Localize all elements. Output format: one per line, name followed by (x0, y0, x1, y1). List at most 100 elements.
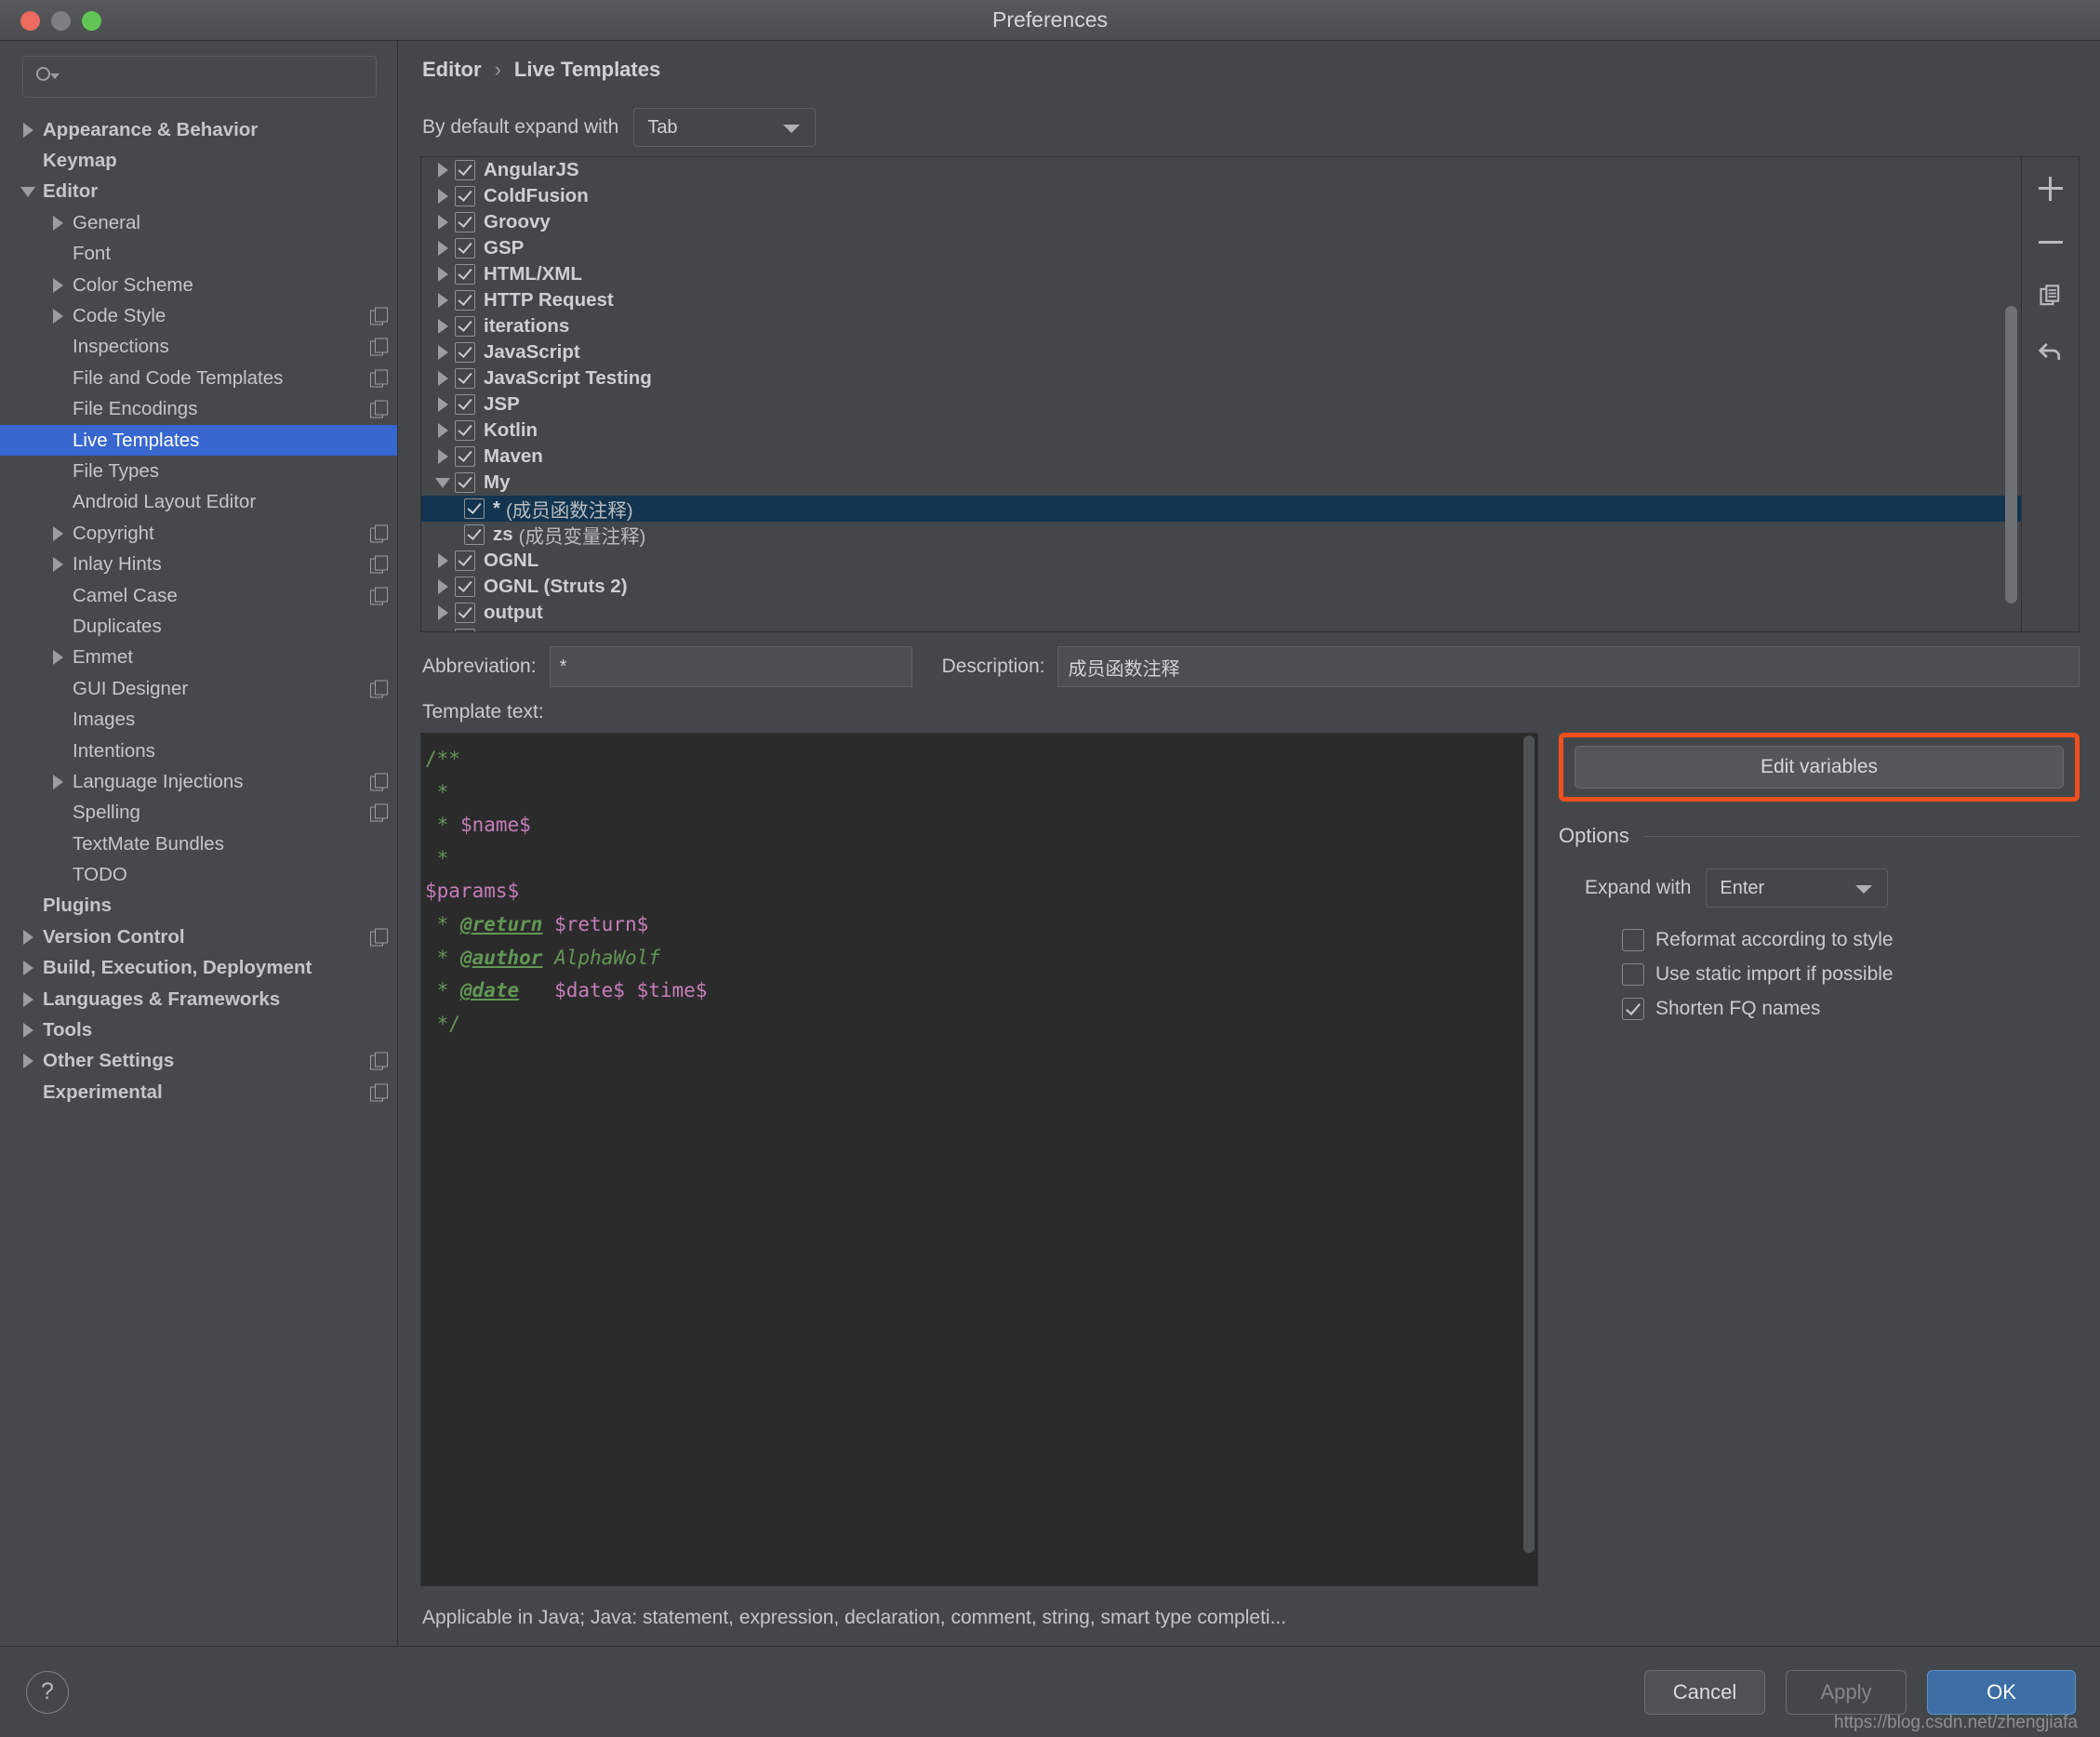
chevron-right-icon[interactable] (48, 774, 67, 789)
chevron-right-icon[interactable] (431, 371, 455, 386)
template-enabled-checkbox[interactable] (455, 629, 475, 631)
template-list-row[interactable]: Groovy (421, 209, 2021, 235)
sidebar-item-file-encodings[interactable]: File Encodings (0, 394, 397, 425)
scrollbar-thumb[interactable] (2005, 306, 2017, 603)
edit-variables-button[interactable]: Edit variables (1575, 746, 2064, 789)
template-list-row[interactable]: HTTP Request (421, 287, 2021, 313)
sidebar-item-code-style[interactable]: Code Style (0, 300, 397, 331)
chevron-down-icon[interactable] (431, 477, 455, 488)
ok-button[interactable]: OK (1927, 1669, 2076, 1715)
chevron-right-icon[interactable] (19, 929, 37, 945)
chevron-right-icon[interactable] (431, 215, 455, 230)
zoom-window-icon[interactable] (82, 10, 101, 31)
template-list-row[interactable]: AngularJS (421, 157, 2021, 183)
sidebar-item-live-templates[interactable]: Live Templates (0, 424, 397, 457)
chevron-right-icon[interactable] (431, 553, 455, 568)
chevron-right-icon[interactable] (431, 267, 455, 282)
chevron-right-icon[interactable] (431, 163, 455, 178)
sidebar-item-file-types[interactable]: File Types (0, 456, 397, 486)
template-enabled-checkbox[interactable] (455, 342, 475, 363)
template-enabled-checkbox[interactable] (455, 394, 475, 415)
chevron-right-icon[interactable] (48, 277, 67, 293)
template-enabled-checkbox[interactable] (455, 368, 475, 389)
chevron-right-icon[interactable] (19, 1023, 37, 1039)
sidebar-item-android-layout-editor[interactable]: Android Layout Editor (0, 487, 397, 518)
close-window-icon[interactable] (20, 10, 40, 31)
template-list-scrollbar[interactable] (2001, 157, 2020, 631)
sidebar-item-tools[interactable]: Tools (0, 1014, 397, 1045)
template-list-row[interactable]: Maven (421, 444, 2021, 470)
chevron-right-icon[interactable] (431, 345, 455, 360)
chevron-right-icon[interactable] (48, 650, 67, 666)
apply-button[interactable]: Apply (1786, 1669, 1907, 1715)
template-text-content[interactable]: /** * * $name$ * $params$ * @return $retu… (421, 734, 1521, 1585)
chevron-right-icon[interactable] (431, 189, 455, 204)
template-list-row[interactable]: ColdFusion (421, 183, 2021, 209)
template-list-row[interactable]: Kotlin (421, 418, 2021, 444)
chevron-right-icon[interactable] (431, 319, 455, 334)
chevron-right-icon[interactable] (48, 309, 67, 325)
sidebar-item-inspections[interactable]: Inspections (0, 332, 397, 363)
chevron-right-icon[interactable] (431, 397, 455, 412)
sidebar-item-other-settings[interactable]: Other Settings (0, 1046, 397, 1077)
template-enabled-checkbox[interactable] (455, 316, 475, 337)
template-list-row[interactable]: JavaScript (421, 339, 2021, 365)
sidebar-item-experimental[interactable]: Experimental (0, 1077, 397, 1107)
template-list[interactable]: AngularJS ColdFusion Groovy GSP HTML/XML HTTP… (421, 157, 2021, 631)
template-list-row[interactable]: My (421, 470, 2021, 496)
sidebar-item-languages-frameworks[interactable]: Languages & Frameworks (0, 984, 397, 1014)
sidebar-item-spelling[interactable]: Spelling (0, 798, 397, 829)
template-list-row[interactable]: output (421, 600, 2021, 626)
template-enabled-checkbox[interactable] (455, 550, 475, 571)
sidebar-item-appearance-behavior[interactable]: Appearance & Behavior (0, 114, 397, 145)
chevron-right-icon[interactable] (431, 605, 455, 620)
chevron-right-icon[interactable] (431, 293, 455, 308)
add-template-button[interactable] (2032, 170, 2069, 207)
template-list-row[interactable]: HTML/XML (421, 261, 2021, 287)
sidebar-item-emmet[interactable]: Emmet (0, 643, 397, 673)
template-list-row[interactable]: iterations (421, 313, 2021, 339)
sidebar-item-intentions[interactable]: Intentions (0, 736, 397, 766)
sidebar-item-inlay-hints[interactable]: Inlay Hints (0, 549, 397, 579)
search-box[interactable] (22, 56, 377, 98)
minimize-window-icon[interactable] (51, 10, 71, 31)
sidebar-item-plugins[interactable]: Plugins (0, 891, 397, 922)
option-checkbox[interactable] (1622, 928, 1644, 951)
duplicate-template-button[interactable] (2032, 278, 2069, 315)
chevron-right-icon[interactable] (431, 579, 455, 594)
option-checkbox-row[interactable]: Use static import if possible (1622, 957, 2080, 991)
template-enabled-checkbox[interactable] (464, 524, 485, 545)
template-list-row[interactable]: GSP (421, 235, 2021, 261)
editor-scrollbar[interactable] (1521, 734, 1537, 1585)
template-enabled-checkbox[interactable] (455, 446, 475, 467)
revert-template-button[interactable] (2032, 332, 2069, 369)
cancel-button[interactable]: Cancel (1644, 1669, 1765, 1715)
option-checkbox-row[interactable]: Reformat according to style (1622, 922, 2080, 957)
template-list-row[interactable]: zs (成员变量注释) (421, 522, 2021, 548)
chevron-right-icon[interactable] (431, 241, 455, 256)
chevron-right-icon[interactable] (431, 423, 455, 438)
sidebar-item-font[interactable]: Font (0, 239, 397, 270)
search-input[interactable] (59, 66, 365, 87)
template-enabled-checkbox[interactable] (455, 186, 475, 206)
sidebar-item-language-injections[interactable]: Language Injections (0, 766, 397, 797)
template-enabled-checkbox[interactable] (455, 420, 475, 441)
sidebar-item-todo[interactable]: TODO (0, 859, 397, 890)
template-enabled-checkbox[interactable] (455, 577, 475, 597)
template-list-row[interactable]: OGNL (421, 548, 2021, 574)
option-checkbox[interactable] (1622, 962, 1644, 986)
template-enabled-checkbox[interactable] (464, 498, 485, 519)
chevron-right-icon[interactable] (48, 215, 67, 231)
option-checkbox[interactable] (1622, 997, 1644, 1020)
chevron-right-icon[interactable] (19, 1054, 37, 1069)
chevron-right-icon[interactable] (19, 991, 37, 1007)
sidebar-item-color-scheme[interactable]: Color Scheme (0, 270, 397, 300)
sidebar-item-images[interactable]: Images (0, 704, 397, 735)
help-button[interactable]: ? (26, 1670, 69, 1714)
sidebar-item-keymap[interactable]: Keymap (0, 145, 397, 176)
breadcrumb-parent[interactable]: Editor (422, 58, 482, 82)
sidebar-item-build-execution-deployment[interactable]: Build, Execution, Deployment (0, 953, 397, 984)
template-enabled-checkbox[interactable] (455, 472, 475, 493)
template-enabled-checkbox[interactable] (455, 264, 475, 285)
template-enabled-checkbox[interactable] (455, 160, 475, 180)
